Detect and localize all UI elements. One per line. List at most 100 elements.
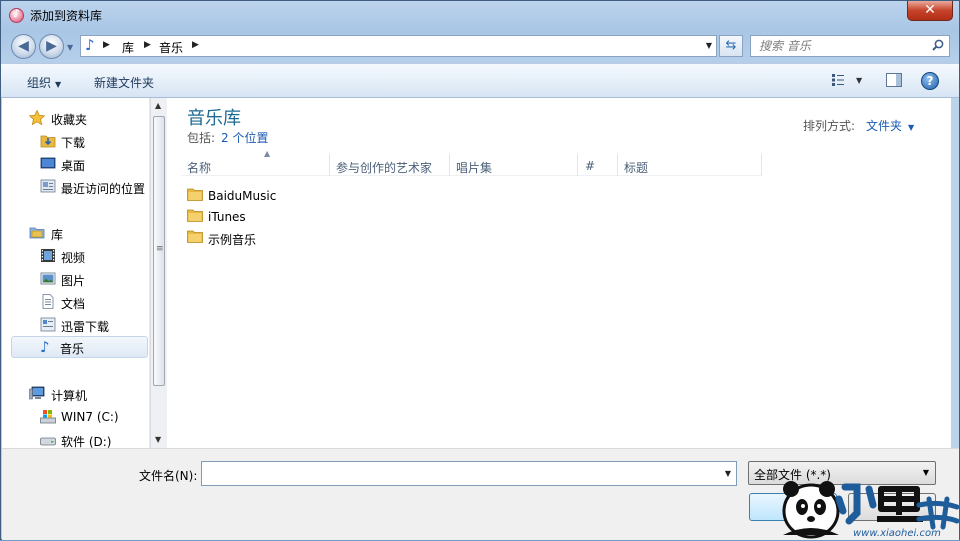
recent-locations-dropdown[interactable]: ▼	[67, 43, 73, 52]
sort-ascending-icon: ▲	[264, 149, 271, 158]
file-name: BaiduMusic	[208, 189, 277, 203]
arrange-by-dropdown[interactable]: 文件夹 ▼	[866, 117, 914, 134]
refresh-button[interactable]: ⇆	[719, 35, 743, 57]
sidebar-label: 桌面	[61, 159, 86, 173]
scroll-down-icon[interactable]: ▼	[155, 435, 161, 444]
address-bar[interactable]: ♪ ▶ 库 ▶ 音乐 ▶ ▼	[80, 35, 717, 57]
title-bar: 添加到资料库 ✕	[1, 1, 959, 29]
video-icon	[41, 249, 55, 262]
documents-icon	[42, 294, 54, 309]
refresh-icon: ⇆	[725, 38, 737, 53]
column-header-number[interactable]: #	[585, 159, 595, 173]
view-dropdown-icon[interactable]: ▼	[856, 76, 862, 85]
sidebar-group-libraries[interactable]: 库	[2, 222, 148, 244]
search-icon[interactable]	[932, 39, 944, 51]
command-toolbar: 组织 ▼ 新建文件夹 ▼ ?	[1, 63, 959, 98]
new-folder-button[interactable]: 新建文件夹	[94, 74, 154, 91]
sidebar-label: 收藏夹	[51, 113, 88, 127]
sidebar-group-computer[interactable]: 计算机	[2, 383, 148, 405]
arrange-by-value: 文件夹	[866, 119, 903, 133]
column-header-album[interactable]: 唱片集	[456, 159, 492, 176]
file-name-label: 文件名(N):	[139, 469, 198, 483]
includes-locations-link[interactable]: 2 个位置	[221, 131, 268, 145]
sidebar-item-downloads[interactable]: 下载	[2, 130, 148, 152]
sidebar-label: WIN7 (C:)	[61, 410, 119, 424]
library-icon	[29, 227, 45, 239]
search-box[interactable]	[750, 35, 950, 57]
content-area: 收藏夹 下载 桌面 最近访问的位置 库 视频 图片 文档 迅雷下载 ♪ 音乐 计…	[2, 98, 951, 449]
sidebar-scrollbar[interactable]: ▲ ≡ ▼	[150, 98, 167, 448]
chevron-down-icon: ▼	[908, 123, 915, 132]
scroll-thumb[interactable]: ≡	[153, 116, 165, 386]
grip-icon: ≡	[156, 244, 164, 254]
column-header-title[interactable]: 标题	[624, 159, 648, 176]
window-edge	[951, 98, 959, 448]
organize-menu[interactable]: 组织 ▼	[27, 74, 61, 91]
address-dropdown-icon[interactable]: ▼	[706, 41, 712, 50]
column-divider[interactable]	[449, 154, 450, 176]
organize-label: 组织	[27, 76, 52, 90]
navigation-bar: ◀ ▶ ▼ ♪ ▶ 库 ▶ 音乐 ▶ ▼ ⇆	[1, 29, 959, 63]
breadcrumb-separator-icon[interactable]: ▶	[144, 40, 151, 50]
file-name-combobox[interactable]: ▼	[201, 461, 737, 486]
column-divider[interactable]	[761, 154, 762, 176]
sidebar-item-thunder-downloads[interactable]: 迅雷下载	[2, 314, 148, 336]
sidebar-label: 图片	[61, 274, 86, 288]
breadcrumb-music[interactable]: 音乐	[159, 39, 183, 56]
folder-icon	[187, 230, 203, 243]
view-options-icon[interactable]	[831, 73, 845, 87]
column-divider[interactable]	[329, 154, 330, 176]
sidebar-label: 迅雷下载	[61, 320, 110, 334]
breadcrumb-separator-icon[interactable]: ▶	[192, 40, 199, 50]
breadcrumb-separator-icon[interactable]: ▶	[103, 40, 110, 50]
sidebar-item-recent-places[interactable]: 最近访问的位置	[2, 176, 148, 198]
column-header-artists[interactable]: 参与创作的艺术家	[336, 159, 432, 176]
sidebar-item-documents[interactable]: 文档	[2, 291, 148, 313]
sidebar-item-drive-c[interactable]: WIN7 (C:)	[2, 406, 148, 428]
system-drive-icon	[40, 410, 56, 424]
library-includes: 包括: 2 个位置	[187, 129, 269, 146]
file-name: 示例音乐	[208, 233, 257, 247]
watermark-url: www.xiaohei.com	[853, 528, 941, 539]
column-header-name[interactable]: 名称	[187, 159, 211, 176]
thunder-download-icon	[40, 317, 56, 332]
column-divider[interactable]	[577, 154, 578, 176]
desktop-icon	[40, 157, 56, 169]
sidebar-label: 最近访问的位置	[61, 182, 146, 196]
file-name: iTunes	[208, 210, 246, 224]
sidebar-item-music[interactable]: ♪ 音乐	[11, 336, 148, 358]
file-list-pane: 音乐库 包括: 2 个位置 排列方式: 文件夹 ▼ ▲ 名称 参与创作的艺术家 唱片…	[168, 98, 951, 448]
sidebar-item-desktop[interactable]: 桌面	[2, 153, 148, 175]
folder-icon	[187, 209, 203, 222]
downloads-folder-icon	[40, 135, 56, 148]
sidebar-label: 音乐	[60, 342, 85, 356]
sidebar-label: 计算机	[51, 389, 88, 403]
forward-arrow-icon: ▶	[46, 38, 57, 54]
scroll-up-icon[interactable]: ▲	[155, 101, 161, 110]
hard-drive-icon	[40, 437, 56, 446]
file-name-input[interactable]	[202, 462, 717, 485]
pictures-icon	[40, 272, 56, 285]
back-button[interactable]: ◀	[11, 34, 36, 59]
dialog-window: 添加到资料库 ✕ ◀ ▶ ▼ ♪ ▶ 库 ▶ 音乐 ▶ ▼ ⇆	[0, 0, 960, 540]
includes-label: 包括:	[187, 131, 216, 145]
computer-icon	[29, 386, 45, 400]
library-title: 音乐库	[187, 108, 241, 129]
preview-pane-icon[interactable]	[886, 73, 902, 87]
breadcrumb-library[interactable]: 库	[122, 39, 134, 56]
help-icon[interactable]: ?	[921, 72, 939, 90]
chevron-down-icon[interactable]: ▼	[725, 469, 731, 478]
window-title: 添加到资料库	[30, 9, 103, 23]
itunes-icon	[9, 7, 24, 23]
sidebar-item-pictures[interactable]: 图片	[2, 268, 148, 290]
search-input[interactable]	[751, 36, 929, 56]
folder-icon	[187, 188, 203, 201]
sidebar-item-videos[interactable]: 视频	[2, 245, 148, 267]
chevron-down-icon: ▼	[55, 80, 62, 89]
close-button[interactable]: ✕	[907, 1, 953, 21]
forward-button[interactable]: ▶	[39, 34, 64, 59]
music-note-icon: ♪	[40, 338, 50, 356]
column-divider[interactable]	[617, 154, 618, 176]
arrange-by-label: 排列方式:	[803, 119, 856, 133]
sidebar-group-favorites[interactable]: 收藏夹	[2, 107, 148, 129]
